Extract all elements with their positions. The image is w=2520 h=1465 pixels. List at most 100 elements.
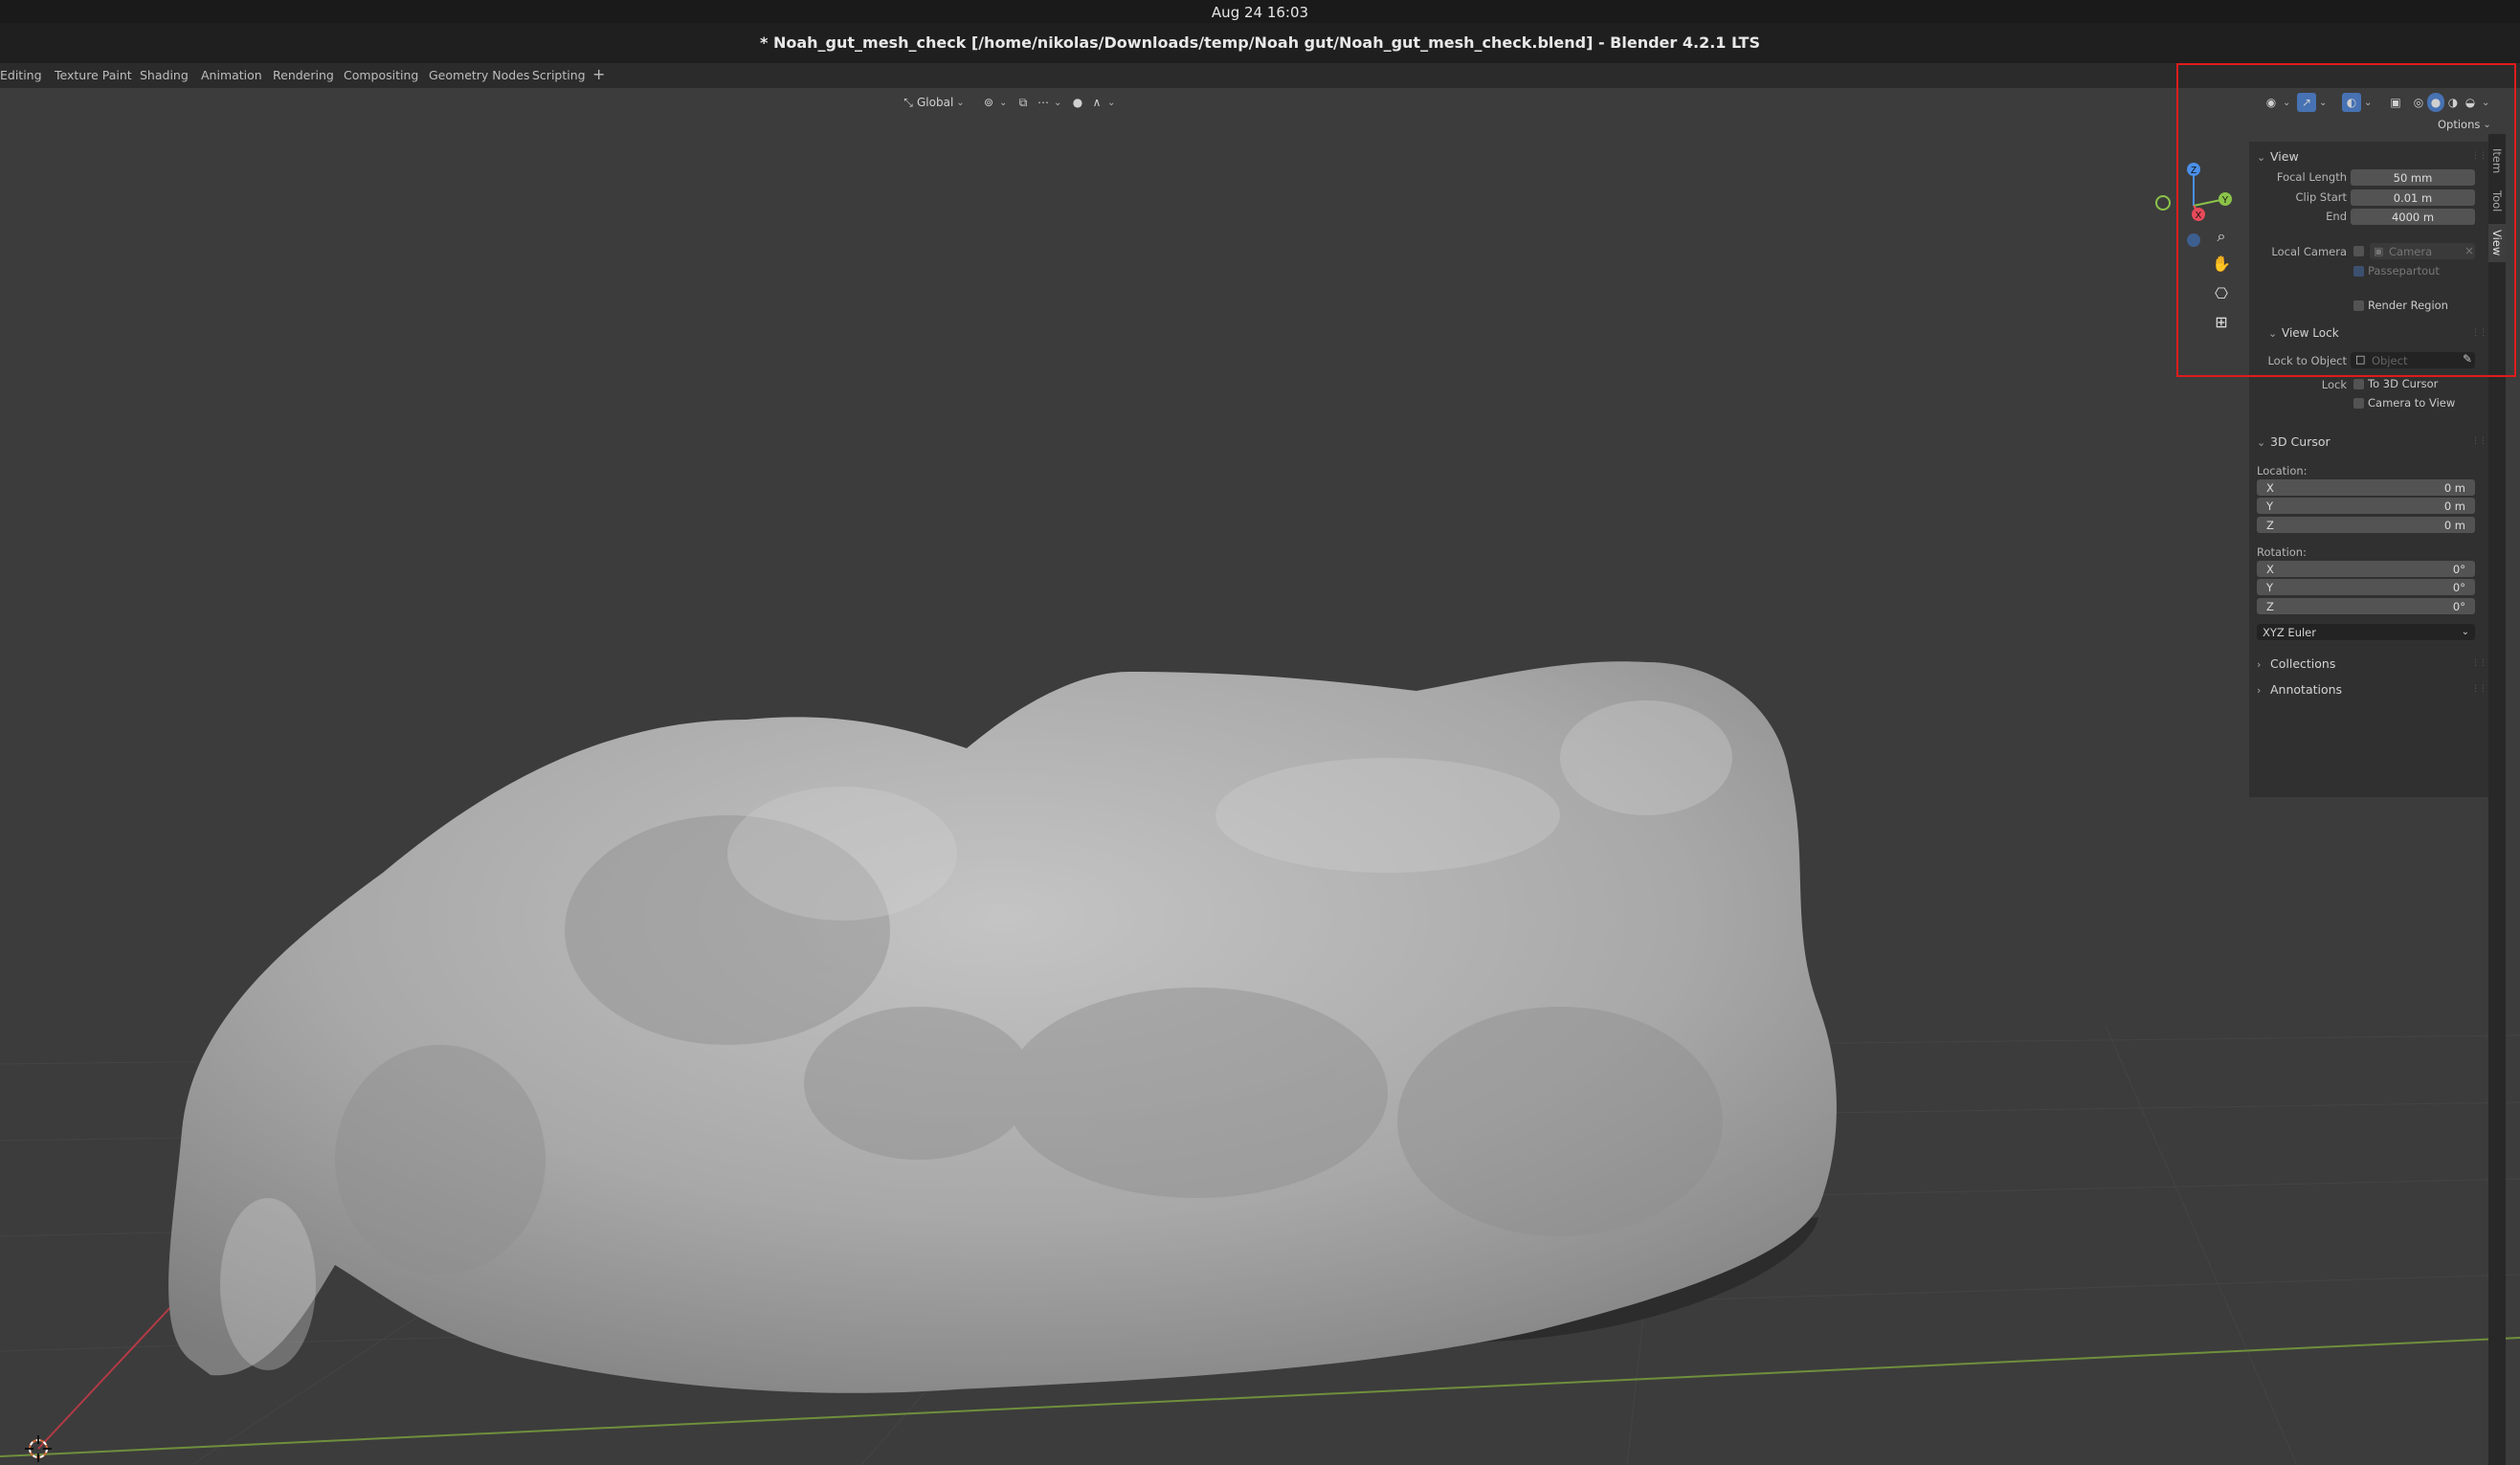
view-object-types-dropdown[interactable]: ◉ ⌄ bbox=[2263, 93, 2291, 112]
gizmo-icon: ↗ bbox=[2297, 93, 2316, 112]
chevron-down-icon: ⌄ bbox=[956, 97, 965, 108]
drag-handle-icon[interactable]: ⋮⋮ bbox=[2471, 436, 2487, 446]
wireframe-shading-icon[interactable]: ◎ bbox=[2410, 93, 2427, 112]
clip-end-field[interactable]: 4000 m bbox=[2351, 209, 2475, 225]
snap-toggle[interactable]: ⧉ bbox=[1015, 93, 1032, 112]
proportional-edit-icon: ● bbox=[1072, 96, 1083, 109]
tab-texture-paint[interactable]: Texture Paint bbox=[55, 68, 132, 82]
rendered-shading-icon[interactable]: ◒ bbox=[2462, 93, 2479, 112]
chevron-down-icon: ⌄ bbox=[1107, 97, 1116, 108]
3d-viewport[interactable]: ⤡ Global ⌄ ⊚ ⌄ ⧉ ⋯ ⌄ ● ∧ ⌄ ◉ ⌄ ↗ ⌄ ◐ ⌄ ▣… bbox=[0, 88, 2520, 1465]
lock-to-3d-cursor-checkbox[interactable] bbox=[2353, 379, 2364, 389]
passepartout-checkbox[interactable] bbox=[2353, 266, 2364, 277]
drag-handle-icon[interactable]: ⋮⋮ bbox=[2471, 328, 2487, 338]
cursor-location-y-field[interactable]: Y 0 m bbox=[2257, 498, 2475, 514]
camera-icon: ▣ bbox=[2374, 245, 2384, 257]
clip-end-label: End bbox=[2326, 210, 2347, 223]
chevron-down-icon: ⌄ bbox=[1054, 97, 1062, 108]
transform-orientation-dropdown[interactable]: ⤡ Global ⌄ bbox=[900, 93, 965, 112]
cursor-rotation-y-field[interactable]: Y 0° bbox=[2257, 579, 2475, 595]
tab-editing[interactable]: Editing bbox=[0, 68, 42, 82]
pivot-icon: ⊚ bbox=[983, 96, 994, 109]
zoom-icon[interactable]: ⌕ bbox=[2207, 222, 2236, 251]
cursor-location-z-field[interactable]: Z 0 m bbox=[2257, 517, 2475, 533]
collections-section-title: Collections bbox=[2270, 656, 2336, 671]
proportional-editing-toggle[interactable]: ● bbox=[1070, 93, 1085, 112]
focal-length-field[interactable]: 50 mm bbox=[2351, 169, 2475, 186]
pivot-point-dropdown[interactable]: ⊚ ⌄ bbox=[981, 93, 1007, 112]
chevron-down-icon: ⌄ bbox=[2483, 119, 2491, 130]
chevron-down-icon[interactable]: ⌄ bbox=[2482, 98, 2489, 108]
window-title: * Noah_gut_mesh_check [/home/nikolas/Dow… bbox=[760, 33, 1760, 52]
tab-scripting[interactable]: Scripting bbox=[532, 68, 586, 82]
gizmo-neg-y bbox=[2155, 195, 2171, 211]
local-camera-placeholder: Camera bbox=[2389, 244, 2433, 258]
rotation-mode-dropdown[interactable]: XYZ Euler ⌄ bbox=[2257, 624, 2475, 640]
pan-hand-icon[interactable]: ✋ bbox=[2207, 249, 2236, 277]
tab-rendering[interactable]: Rendering bbox=[273, 68, 334, 82]
drag-handle-icon[interactable]: ⋮⋮ bbox=[2471, 658, 2487, 668]
rotation-mode-value: XYZ Euler bbox=[2263, 625, 2316, 639]
clear-icon[interactable]: × bbox=[2464, 244, 2474, 257]
solid-shading-icon[interactable]: ● bbox=[2427, 93, 2444, 112]
clip-start-label: Clip Start bbox=[2295, 190, 2347, 204]
render-region-checkbox[interactable] bbox=[2353, 300, 2364, 311]
axis-value: 0° bbox=[2452, 562, 2465, 576]
show-overlays-toggle[interactable]: ◐ ⌄ bbox=[2342, 93, 2372, 112]
proportional-falloff-dropdown[interactable]: ∧ ⌄ bbox=[1089, 93, 1116, 112]
object-icon: □ bbox=[2355, 353, 2366, 366]
axis-value: 0 m bbox=[2443, 480, 2465, 495]
axis-label: Z bbox=[2266, 599, 2274, 613]
snap-icon: ⧉ bbox=[1018, 95, 1028, 109]
3d-cursor-section-header[interactable]: ⌄ 3D Cursor bbox=[2257, 434, 2330, 449]
tab-geometry-nodes[interactable]: Geometry Nodes bbox=[429, 68, 529, 82]
options-dropdown[interactable]: Options ⌄ bbox=[2438, 115, 2491, 134]
os-clock[interactable]: Aug 24 16:03 bbox=[0, 4, 2520, 21]
chevron-right-icon: › bbox=[2257, 684, 2262, 697]
rotation-label: Rotation: bbox=[2257, 545, 2307, 559]
perspective-grid-icon[interactable]: ⊞ bbox=[2207, 307, 2236, 336]
camera-to-view-checkbox[interactable] bbox=[2353, 398, 2364, 409]
eyedropper-icon[interactable]: ✎ bbox=[2463, 352, 2472, 366]
focal-length-label: Focal Length bbox=[2276, 170, 2347, 184]
sidebar-view-panel: ⌄ View ⋮⋮ Focal Length 50 mm Clip Start 0… bbox=[2249, 142, 2488, 797]
annotations-section-header[interactable]: › Annotations bbox=[2257, 682, 2342, 697]
drag-handle-icon[interactable]: ⋮⋮ bbox=[2471, 684, 2487, 694]
cursor-location-x-field[interactable]: X 0 m bbox=[2257, 479, 2475, 496]
camera-to-view-label: Camera to View bbox=[2368, 396, 2456, 410]
show-gizmo-toggle[interactable]: ↗ ⌄ bbox=[2297, 93, 2327, 112]
lock-to-object-placeholder: Object bbox=[2372, 353, 2408, 367]
toggle-xray-button[interactable]: ▣ bbox=[2387, 93, 2404, 112]
view-lock-subpanel-header[interactable]: ⌄ View Lock bbox=[2268, 326, 2339, 340]
shading-mode-buttons: ◎ ● ◑ ◒ ⌄ bbox=[2410, 93, 2489, 112]
tab-compositing[interactable]: Compositing bbox=[344, 68, 418, 82]
axis-label: Z bbox=[2266, 518, 2274, 532]
tab-animation[interactable]: Animation bbox=[201, 68, 262, 82]
window-title-bar: * Noah_gut_mesh_check [/home/nikolas/Dow… bbox=[0, 23, 2520, 63]
cursor-rotation-x-field[interactable]: X 0° bbox=[2257, 561, 2475, 577]
tab-view[interactable]: View bbox=[2488, 224, 2506, 262]
drag-handle-icon[interactable]: ⋮⋮ bbox=[2471, 151, 2487, 161]
lock-to-object-field[interactable]: Object bbox=[2351, 352, 2475, 368]
gizmo-x-label: X bbox=[2196, 211, 2202, 221]
local-camera-field[interactable]: Camera bbox=[2370, 243, 2475, 259]
viewport-scene[interactable] bbox=[0, 88, 2520, 1465]
chevron-down-icon: ⌄ bbox=[2268, 327, 2278, 340]
tab-shading[interactable]: Shading bbox=[140, 68, 189, 82]
xray-icon: ▣ bbox=[2390, 96, 2401, 109]
material-shading-icon[interactable]: ◑ bbox=[2444, 93, 2462, 112]
camera-view-icon[interactable]: ⎔ bbox=[2207, 278, 2236, 307]
location-label: Location: bbox=[2257, 464, 2308, 477]
options-label: Options bbox=[2438, 118, 2481, 131]
view-section-header[interactable]: ⌄ View bbox=[2257, 149, 2299, 164]
add-workspace-button[interactable]: + bbox=[592, 65, 605, 83]
tab-item[interactable]: Item bbox=[2488, 144, 2506, 178]
lock-to-object-label: Lock to Object bbox=[2267, 354, 2347, 367]
tab-tool[interactable]: Tool bbox=[2488, 184, 2506, 218]
snap-target-dropdown[interactable]: ⋯ ⌄ bbox=[1036, 93, 1061, 112]
axis-label: Y bbox=[2266, 580, 2274, 594]
collections-section-header[interactable]: › Collections bbox=[2257, 656, 2335, 671]
cursor-rotation-z-field[interactable]: Z 0° bbox=[2257, 598, 2475, 614]
local-camera-checkbox[interactable] bbox=[2353, 246, 2364, 256]
clip-start-field[interactable]: 0.01 m bbox=[2351, 189, 2475, 206]
